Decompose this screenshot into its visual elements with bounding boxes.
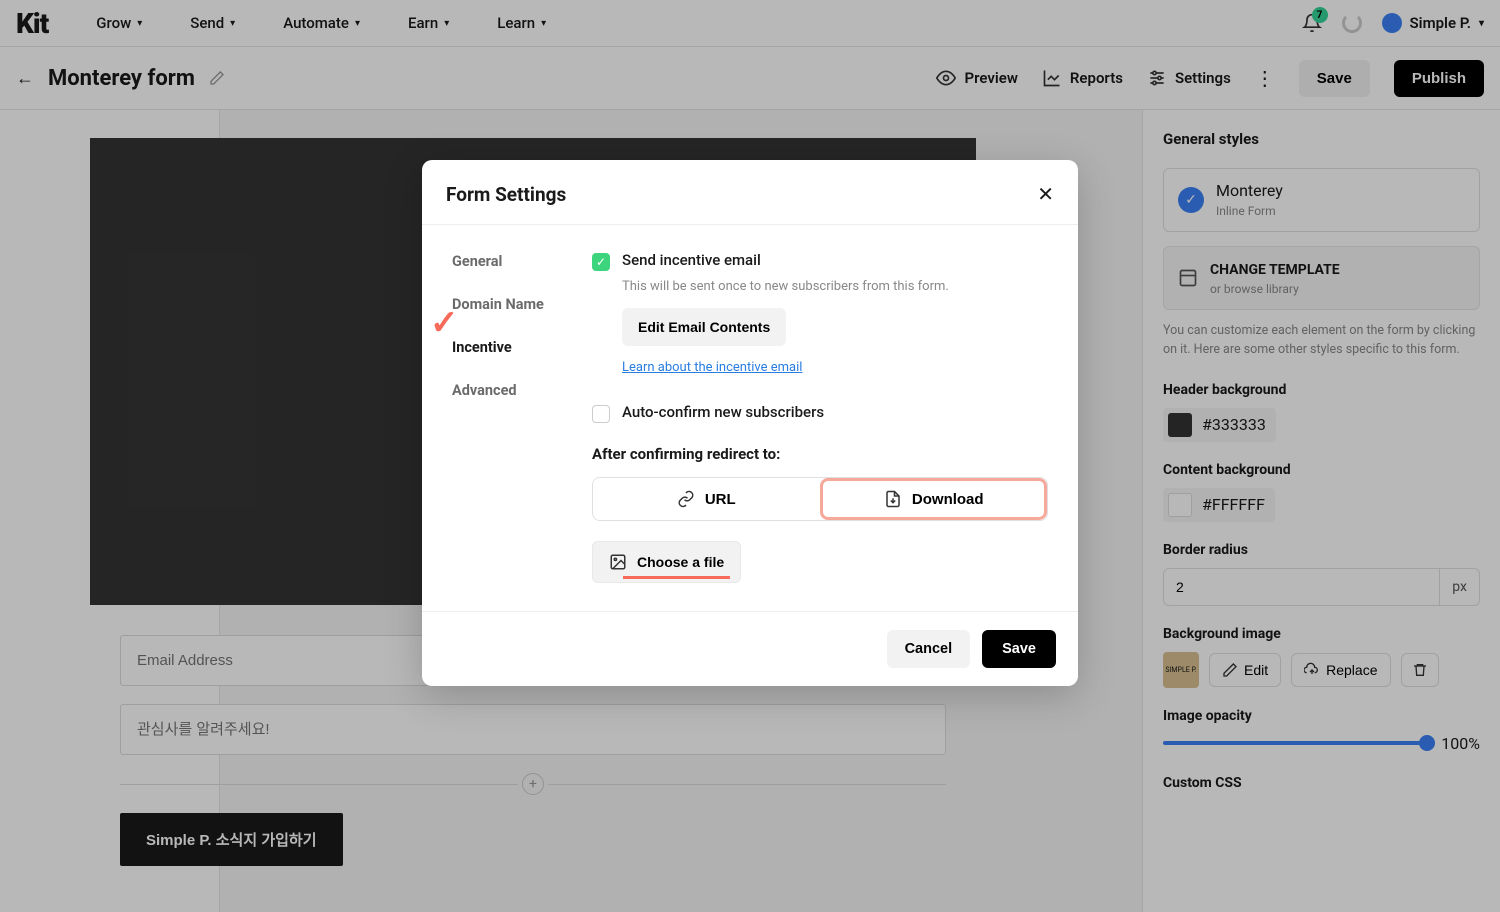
tab-domain-name[interactable]: Domain Name — [452, 296, 592, 313]
link-icon — [677, 490, 695, 508]
close-icon[interactable]: ✕ — [1037, 182, 1054, 206]
redirect-segment: URL Download — [592, 477, 1048, 521]
redirect-download-option[interactable]: Download — [820, 478, 1048, 520]
image-icon — [609, 553, 627, 571]
download-icon — [884, 490, 902, 508]
incentive-helper-text: This will be sent once to new subscriber… — [622, 279, 1048, 294]
save-modal-button[interactable]: Save — [982, 630, 1056, 668]
form-settings-modal: Form Settings ✕ General Domain Name Ince… — [422, 160, 1078, 686]
annotation-underline — [623, 576, 730, 579]
modal-overlay: Form Settings ✕ General Domain Name Ince… — [0, 0, 1500, 912]
tab-general[interactable]: General — [452, 253, 592, 270]
choose-file-button[interactable]: Choose a file — [592, 541, 741, 583]
modal-title: Form Settings — [446, 183, 566, 206]
auto-confirm-label: Auto-confirm new subscribers — [622, 403, 824, 421]
redirect-url-option[interactable]: URL — [593, 478, 820, 520]
edit-email-contents-button[interactable]: Edit Email Contents — [622, 308, 786, 346]
learn-incentive-link[interactable]: Learn about the incentive email — [622, 360, 1048, 375]
auto-confirm-checkbox[interactable] — [592, 405, 610, 423]
send-incentive-label: Send incentive email — [622, 251, 761, 269]
redirect-heading: After confirming redirect to: — [592, 445, 1048, 463]
tab-advanced[interactable]: Advanced — [452, 382, 592, 399]
cancel-button[interactable]: Cancel — [887, 630, 971, 668]
send-incentive-checkbox[interactable]: ✓ — [592, 253, 610, 271]
tab-incentive[interactable]: Incentive — [452, 339, 592, 356]
